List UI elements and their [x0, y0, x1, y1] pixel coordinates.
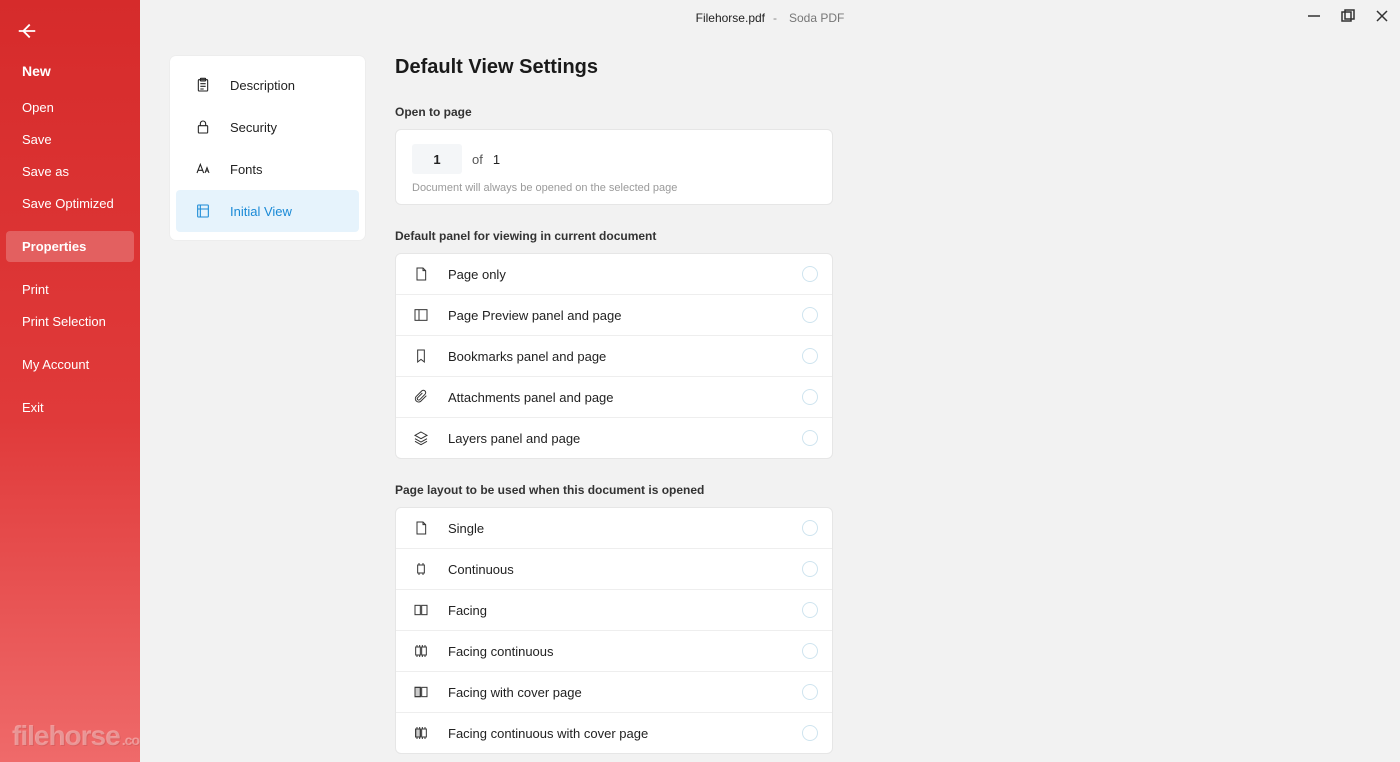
tab-label: Initial View [230, 204, 292, 219]
open-to-page-card: of 1 Document will always be opened on t… [395, 129, 833, 205]
radio-layers-panel[interactable]: Layers panel and page [396, 418, 832, 458]
radio-indicator [802, 561, 818, 577]
radio-label: Attachments panel and page [448, 390, 802, 405]
radio-indicator [802, 520, 818, 536]
radio-label: Single [448, 521, 802, 536]
facing-continuous-cover-icon [410, 725, 432, 741]
sidebar-item-print-selection[interactable]: Print Selection [6, 306, 134, 337]
title-bar: Filehorse.pdf - Soda PDF [140, 0, 1400, 36]
tab-label: Security [230, 120, 277, 135]
page-layout-card: Single Continuous Facing [395, 507, 833, 754]
settings-panel: Default View Settings Open to page of 1 … [395, 56, 1370, 762]
maximize-icon [1341, 9, 1355, 23]
window-controls [1306, 8, 1390, 24]
radio-facing[interactable]: Facing [396, 590, 832, 631]
tab-security[interactable]: Security [176, 106, 359, 148]
paperclip-icon [410, 389, 432, 405]
open-to-page-hint: Document will always be opened on the se… [412, 182, 816, 194]
of-label: of [472, 152, 483, 167]
facing-cover-icon [410, 684, 432, 700]
facing-continuous-icon [410, 643, 432, 659]
page-input[interactable] [412, 144, 462, 174]
app-window: New Open Save Save as Save Optimized Pro… [0, 0, 1400, 762]
preview-panel-icon [410, 307, 432, 323]
app-name: Soda PDF [789, 11, 844, 25]
radio-indicator [802, 684, 818, 700]
single-page-icon [410, 520, 432, 536]
minimize-icon [1307, 9, 1321, 23]
radio-indicator [802, 266, 818, 282]
initial-view-icon [194, 202, 212, 220]
page-title: Default View Settings [395, 56, 1330, 79]
clipboard-icon [194, 76, 212, 94]
section-page-layout-label: Page layout to be used when this documen… [395, 483, 1330, 497]
sidebar-item-save[interactable]: Save [6, 124, 134, 155]
radio-facing-continuous-cover[interactable]: Facing continuous with cover page [396, 713, 832, 753]
radio-label: Facing continuous [448, 644, 802, 659]
lock-icon [194, 118, 212, 136]
radio-label: Bookmarks panel and page [448, 349, 802, 364]
sidebar-item-open[interactable]: Open [6, 92, 134, 123]
tab-label: Fonts [230, 162, 263, 177]
close-button[interactable] [1374, 8, 1390, 24]
sidebar-item-save-as[interactable]: Save as [6, 156, 134, 187]
bookmark-icon [410, 348, 432, 364]
total-pages: 1 [493, 152, 500, 167]
red-sidebar: New Open Save Save as Save Optimized Pro… [0, 0, 140, 762]
radio-attachments-panel[interactable]: Attachments panel and page [396, 377, 832, 418]
sidebar-item-my-account[interactable]: My Account [6, 349, 134, 380]
radio-facing-continuous[interactable]: Facing continuous [396, 631, 832, 672]
default-panel-card: Page only Page Preview panel and page Bo… [395, 253, 833, 459]
layers-icon [410, 430, 432, 446]
tab-label: Description [230, 78, 295, 93]
watermark-logo: filehorse.com [12, 720, 150, 752]
open-to-page-row: of 1 [412, 144, 816, 174]
radio-single[interactable]: Single [396, 508, 832, 549]
title-sep: - [773, 11, 777, 25]
radio-preview-panel[interactable]: Page Preview panel and page [396, 295, 832, 336]
maximize-button[interactable] [1340, 8, 1356, 24]
close-icon [1375, 9, 1389, 23]
radio-label: Layers panel and page [448, 431, 802, 446]
content-area: Description Security Fonts Initial View … [140, 36, 1400, 762]
sidebar-item-exit[interactable]: Exit [6, 392, 134, 423]
radio-page-only[interactable]: Page only [396, 254, 832, 295]
radio-indicator [802, 348, 818, 364]
watermark-brand: filehorse [12, 720, 120, 751]
radio-indicator [802, 643, 818, 659]
radio-label: Page Preview panel and page [448, 308, 802, 323]
page-icon [410, 266, 432, 282]
radio-indicator [802, 602, 818, 618]
radio-label: Page only [448, 267, 802, 282]
radio-label: Facing [448, 603, 802, 618]
tab-fonts[interactable]: Fonts [176, 148, 359, 190]
sidebar-item-properties[interactable]: Properties [6, 231, 134, 262]
radio-indicator [802, 389, 818, 405]
properties-tabs: Description Security Fonts Initial View [170, 56, 365, 240]
continuous-icon [410, 561, 432, 577]
section-open-to-page-label: Open to page [395, 105, 1330, 119]
document-name: Filehorse.pdf [696, 11, 765, 25]
radio-facing-cover[interactable]: Facing with cover page [396, 672, 832, 713]
minimize-button[interactable] [1306, 8, 1322, 24]
tab-initial-view[interactable]: Initial View [176, 190, 359, 232]
radio-bookmarks-panel[interactable]: Bookmarks panel and page [396, 336, 832, 377]
back-button[interactable] [0, 14, 140, 57]
radio-label: Facing continuous with cover page [448, 726, 802, 741]
radio-indicator [802, 307, 818, 323]
radio-label: Continuous [448, 562, 802, 577]
sidebar-item-new[interactable]: New [6, 57, 134, 91]
main-area: Filehorse.pdf - Soda PDF Description Sec… [140, 0, 1400, 762]
fonts-icon [194, 160, 212, 178]
radio-indicator [802, 430, 818, 446]
radio-label: Facing with cover page [448, 685, 802, 700]
section-default-panel-label: Default panel for viewing in current doc… [395, 229, 1330, 243]
radio-continuous[interactable]: Continuous [396, 549, 832, 590]
sidebar-item-save-optimized[interactable]: Save Optimized [6, 188, 134, 219]
arrow-left-icon [16, 20, 38, 42]
sidebar-item-print[interactable]: Print [6, 274, 134, 305]
facing-icon [410, 602, 432, 618]
tab-description[interactable]: Description [176, 64, 359, 106]
radio-indicator [802, 725, 818, 741]
